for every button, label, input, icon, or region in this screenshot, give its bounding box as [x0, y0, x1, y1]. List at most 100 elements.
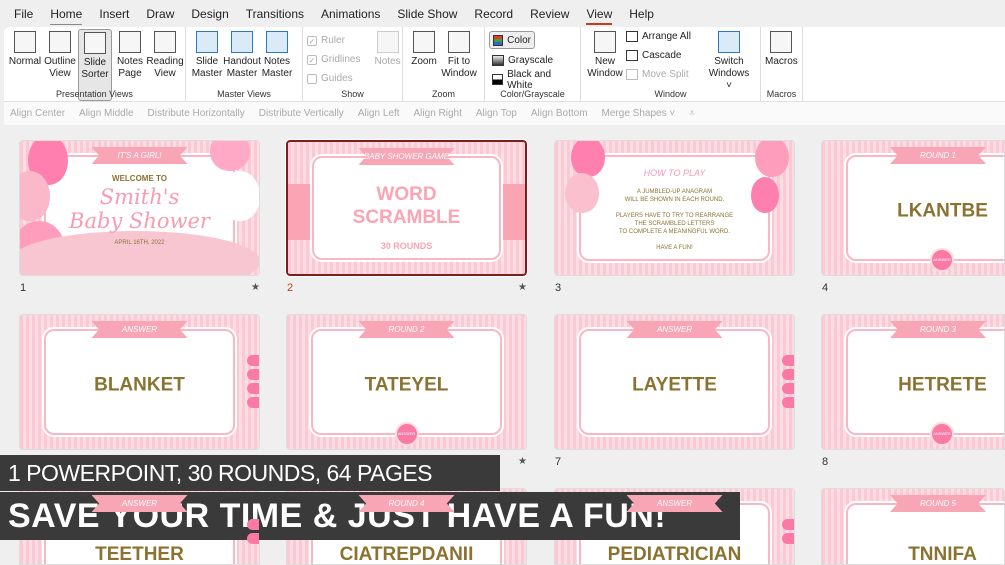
howto-line [555, 237, 794, 245]
slide-thumbnail-4[interactable]: ROUND 1 LKANTBE ANSWER [821, 140, 1005, 276]
transition-star-icon: ★ [251, 282, 260, 293]
scrambled-word: LAYETTE [632, 374, 717, 396]
slide-thumbnail-1[interactable]: IT'S A GIRL! WELCOME TO Smith's Baby Shower… [19, 140, 260, 276]
slide-banner: ANSWER [626, 495, 723, 512]
tab-help[interactable]: Help [629, 7, 654, 21]
ribbon-tabs: File Home Insert Draw Design Transitions Anima… [0, 0, 1005, 27]
slide-banner: ROUND 3 [890, 321, 986, 338]
arrange-all-button[interactable]: Arrange All [626, 29, 706, 44]
correct-icon[interactable] [782, 355, 794, 366]
correct-icon[interactable] [247, 355, 259, 366]
wrong-icon[interactable] [782, 533, 794, 544]
option-label: Grayscale [508, 55, 554, 66]
align-right-button[interactable]: Align Right [414, 108, 462, 119]
outline-view-icon [49, 31, 71, 53]
group-presentation-views: Normal Outline View Slide Sorter Notes Page… [4, 27, 186, 101]
tab-slide-show[interactable]: Slide Show [397, 7, 457, 21]
wrong-icon[interactable] [247, 369, 259, 380]
reading-view-icon [154, 31, 176, 53]
ruler-checkbox[interactable]: ✓ Ruler [307, 33, 360, 48]
transition-star-icon: ★ [518, 282, 527, 293]
howto-line: WILL BE SHOWN IN EACH ROUND. [624, 197, 725, 203]
slide-banner: BABY SHOWER GAME [358, 148, 455, 165]
group-macros: Macros Macros [761, 27, 803, 101]
slide-number: 2 [287, 282, 294, 294]
notes-label: Notes [374, 56, 401, 67]
align-bottom-button[interactable]: Align Bottom [531, 108, 588, 119]
scrambled-word: HETRETE [898, 374, 987, 396]
button-label: Move Split [642, 69, 689, 80]
checkbox-label: Gridlines [321, 54, 361, 65]
cascade-icon [626, 50, 638, 61]
notes-page-icon [119, 31, 141, 53]
transition-star-icon: ★ [518, 456, 527, 467]
group-label: Presentation Views [56, 89, 133, 99]
thumbs-down-icon[interactable] [247, 397, 259, 408]
group-label: Zoom [431, 89, 455, 99]
distribute-vertically-button[interactable]: Distribute Vertically [259, 108, 344, 119]
correct-icon[interactable] [782, 519, 794, 530]
color-swatch-icon [493, 34, 504, 46]
thumbs-down-icon[interactable] [782, 397, 794, 408]
black-and-white-option[interactable]: Black and White [489, 69, 576, 91]
wrong-icon[interactable] [247, 533, 259, 544]
arrange-toolbar: Align Center Align Middle Distribute Horiz… [4, 101, 1005, 125]
align-center-button[interactable]: Align Center [10, 108, 65, 119]
scrambled-word: LKANTBE [897, 200, 988, 222]
align-top-button[interactable]: Align Top [476, 108, 517, 119]
merge-shapes-button[interactable]: Merge Shapes ˅ [602, 108, 676, 119]
tab-animations[interactable]: Animations [321, 7, 380, 21]
-button[interactable]: ⩡ [689, 108, 695, 119]
handout-master-icon [231, 31, 253, 53]
guides-checkbox[interactable]: Guides [307, 71, 360, 86]
event-date: APRIL 16TH, 2022 [114, 240, 165, 246]
slide-thumbnail-7[interactable]: ANSWER LAYETTE [554, 314, 795, 450]
cascade-button[interactable]: Cascade [626, 48, 706, 63]
button-label: Arrange All [642, 31, 691, 42]
macros-icon [770, 31, 793, 53]
tab-insert[interactable]: Insert [99, 7, 129, 21]
group-label: Color/Grayscale [500, 89, 565, 99]
align-left-button[interactable]: Align Left [358, 108, 400, 119]
grayscale-option[interactable]: Grayscale [489, 53, 576, 68]
move-split-button[interactable]: Move Split [626, 67, 706, 82]
tab-home[interactable]: Home [50, 7, 83, 25]
distribute-horizontally-button[interactable]: Distribute Horizontally [148, 108, 245, 119]
black-and-white-swatch-icon [492, 74, 504, 85]
slide-banner: IT'S A GIRL! [91, 147, 188, 164]
slide-thumbnail-2[interactable]: BABY SHOWER GAME WORD SCRAMBLE 30 ROUNDS [285, 139, 528, 277]
slide-thumbnail-3[interactable]: HOW TO PLAY A JUMBLED-UP ANAGRAM WILL BE S… [554, 140, 795, 276]
howto-line [555, 205, 794, 213]
answer-button[interactable]: ANSWER [930, 422, 954, 446]
answer-button[interactable]: ANSWER [394, 422, 419, 446]
gridlines-checkbox[interactable]: ✓ Gridlines [307, 52, 360, 67]
slide-sorter-label: Slide Sorter [81, 57, 109, 80]
thumbs-up-icon[interactable] [782, 383, 794, 394]
scrambled-word: PEDIATRICIAN [607, 544, 742, 565]
tab-file[interactable]: File [14, 7, 33, 21]
correct-icon[interactable] [247, 519, 259, 530]
tab-draw[interactable]: Draw [146, 7, 174, 21]
tab-review[interactable]: Review [530, 7, 569, 21]
group-zoom: Zoom Fit to Window Zoom [403, 27, 485, 101]
slide-thumbnail-12[interactable]: ROUND 5TNNIFAANSWER [821, 488, 1005, 565]
answer-button[interactable]: ANSWER [930, 248, 954, 272]
align-middle-button[interactable]: Align Middle [79, 108, 133, 119]
slide-thumbnail-5[interactable]: ANSWER BLANKET [19, 314, 260, 450]
wrong-icon[interactable] [782, 369, 794, 380]
color-option[interactable]: Color [489, 31, 535, 49]
scrambled-word: TATEYEL [364, 374, 449, 396]
slide-banner: ROUND 1 [890, 147, 986, 164]
slide-master-label: Slide Master [191, 56, 223, 79]
notes-master-icon [266, 31, 288, 53]
tab-view[interactable]: View [586, 7, 612, 25]
tab-transitions[interactable]: Transitions [246, 7, 304, 21]
tab-record[interactable]: Record [474, 7, 513, 21]
slide-thumbnail-6[interactable]: ROUND 2 TATEYEL ANSWER [286, 314, 527, 450]
grayscale-swatch-icon [492, 55, 504, 66]
event-title: Baby Shower [69, 209, 210, 233]
slide-thumbnail-8[interactable]: ROUND 3 HETRETE ANSWER [821, 314, 1005, 450]
tab-design[interactable]: Design [191, 7, 228, 21]
howto-line: THE SCRAMBLED LETTERS [634, 221, 715, 227]
thumbs-up-icon[interactable] [247, 383, 259, 394]
